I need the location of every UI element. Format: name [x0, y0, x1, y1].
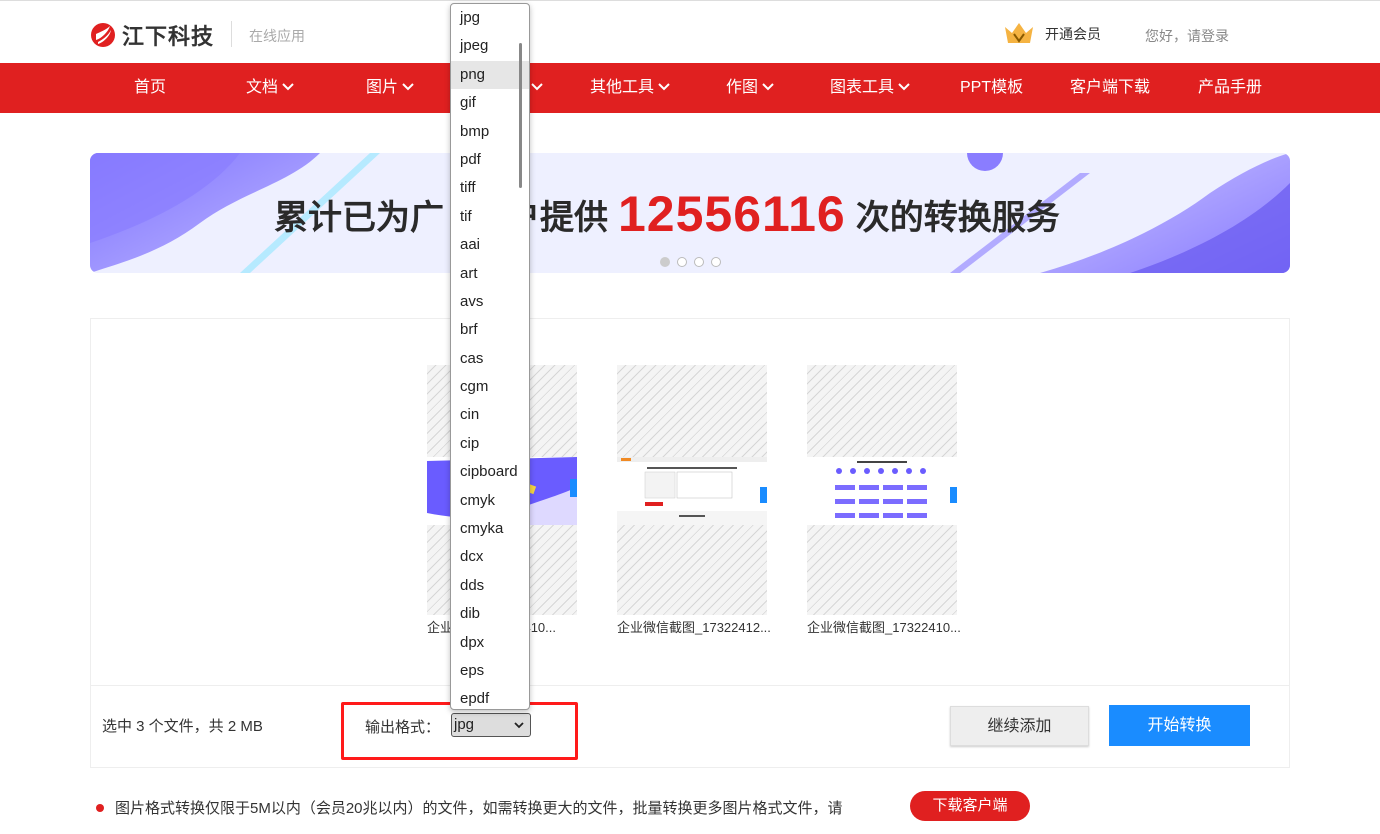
crown-icon [1005, 23, 1033, 43]
nav-drawing[interactable]: 作图 [726, 63, 775, 113]
selection-status: 选中 3 个文件，共 2 MB [102, 718, 263, 735]
conversion-panel: 企业 22410... 企业微信截图_17322412... 企业微信截图_17… [90, 318, 1290, 768]
dropdown-option-tif[interactable]: tif [451, 203, 529, 231]
nav-documents[interactable]: 文档 [246, 63, 295, 113]
dropdown-scrollbar[interactable] [519, 43, 522, 188]
dropdown-option-dds[interactable]: dds [451, 572, 529, 600]
carousel-dot[interactable] [677, 257, 687, 267]
dropdown-option-dpx[interactable]: dpx [451, 629, 529, 657]
dropdown-option-tiff[interactable]: tiff [451, 174, 529, 202]
download-client-button[interactable]: 下载客户端 [910, 791, 1030, 821]
chevron-down-icon [762, 83, 774, 91]
chevron-down-icon [658, 83, 670, 91]
dropdown-option-dib[interactable]: dib [451, 600, 529, 628]
dropdown-option-png[interactable]: png [451, 60, 529, 90]
file-thumbnail[interactable] [617, 365, 767, 615]
nav-label: 首页 [134, 79, 167, 96]
annotation-highlight-box [341, 702, 578, 760]
chevron-down-icon [402, 83, 414, 91]
top-bar: 江下科技 在线应用 开通会员 您好，请登录 [0, 0, 1380, 63]
nav-client-download[interactable]: 客户端下载 [1070, 63, 1150, 113]
banner-headline: 累计已为广 户提供 12556116 次的转换服务 [274, 185, 1060, 243]
logo[interactable]: 江下科技 [90, 19, 214, 51]
login-link[interactable]: 您好，请登录 [1145, 26, 1229, 46]
promo-banner[interactable]: 累计已为广 户提供 12556116 次的转换服务 [90, 153, 1290, 273]
nav-chart-tools[interactable]: 图表工具 [830, 63, 911, 113]
logo-icon [91, 23, 115, 47]
dropdown-option-cipboard[interactable]: cipboard [451, 458, 529, 486]
dropdown-option-eps[interactable]: eps [451, 657, 529, 685]
dropdown-option-epdf[interactable]: epdf [451, 685, 529, 709]
nav-label: 产品手册 [1198, 79, 1263, 96]
nav-label: 客户端下载 [1070, 79, 1151, 96]
file-name: 企业微信截图_17322410... [807, 620, 961, 635]
size-notice: 图片格式转换仅限于5M以内（会员20兆以内）的文件，如需转换更大的文件，批量转换… [96, 797, 843, 818]
dropdown-option-cin[interactable]: cin [451, 401, 529, 429]
sub-title: 在线应用 [249, 28, 305, 44]
chevron-down-icon [898, 83, 910, 91]
dropdown-option-cmyka[interactable]: cmyka [451, 515, 529, 543]
bullet-icon [96, 803, 104, 812]
nav-label: 作图 [726, 79, 759, 96]
logo-text: 江下科技 [122, 24, 215, 49]
dropdown-option-cip[interactable]: cip [451, 430, 529, 458]
format-dropdown-list[interactable]: jpg jpeg png gif bmp pdf tiff tif aai art avs brf ca… [450, 3, 530, 710]
header-divider [231, 21, 232, 47]
chevron-down-icon [282, 83, 294, 91]
dropdown-option-bmp[interactable]: bmp [451, 118, 529, 146]
chevron-down-icon [531, 83, 543, 91]
dropdown-option-dcx[interactable]: dcx [451, 543, 529, 571]
panel-divider [91, 685, 1289, 686]
nav-images[interactable]: 图片 [366, 63, 415, 113]
file-name: 企业微信截图_17322412... [617, 620, 771, 635]
banner-text-part: 次的转换服务 [855, 198, 1060, 237]
dropdown-option-cas[interactable]: cas [451, 345, 529, 373]
carousel-dots [660, 257, 721, 267]
banner-text-part: 累计已为广 [274, 198, 444, 237]
nav-label: 其他工具 [590, 79, 655, 96]
dropdown-option-brf[interactable]: brf [451, 316, 529, 344]
dropdown-option-gif[interactable]: gif [451, 89, 529, 117]
nav-ppt-templates[interactable]: PPT模板 [960, 63, 1023, 113]
vip-link[interactable]: 开通会员 [1003, 21, 1101, 47]
vip-label: 开通会员 [1045, 26, 1101, 42]
dropdown-option-jpg[interactable]: jpg [451, 4, 529, 32]
notice-text: 图片格式转换仅限于5M以内（会员20兆以内）的文件，如需转换更大的文件，批量转换… [115, 800, 843, 817]
dropdown-option-jpeg[interactable]: jpeg [451, 32, 529, 60]
nav-label: 图表工具 [830, 79, 895, 96]
thumbnail-image [617, 457, 767, 525]
nav-other-tools[interactable]: 其他工具 [590, 63, 671, 113]
nav-hidden-item[interactable] [530, 63, 544, 113]
nav-home[interactable]: 首页 [134, 63, 166, 113]
start-convert-button[interactable]: 开始转换 [1109, 705, 1250, 746]
dropdown-option-cmyk[interactable]: cmyk [451, 487, 529, 515]
add-more-button[interactable]: 继续添加 [950, 706, 1089, 746]
nav-label: PPT模板 [960, 79, 1024, 96]
file-thumbnail[interactable] [807, 365, 957, 615]
carousel-dot[interactable] [711, 257, 721, 267]
dropdown-option-aai[interactable]: aai [451, 231, 529, 259]
nav-label: 文档 [246, 79, 279, 96]
carousel-dot[interactable] [660, 257, 670, 267]
nav-product-manual[interactable]: 产品手册 [1198, 63, 1262, 113]
thumbnail-image [807, 457, 957, 525]
dropdown-option-pdf[interactable]: pdf [451, 146, 529, 174]
main-nav: 首页 文档 图片 其他工具 作图 图表工具 PPT模板 客户端下载 产品手册 [0, 63, 1380, 113]
dropdown-option-cgm[interactable]: cgm [451, 373, 529, 401]
dropdown-option-avs[interactable]: avs [451, 288, 529, 316]
banner-counter: 12556116 [618, 186, 846, 242]
carousel-dot[interactable] [694, 257, 704, 267]
dropdown-option-art[interactable]: art [451, 260, 529, 288]
dropdown-options: jpg jpeg png gif bmp pdf tiff tif aai art avs brf ca… [451, 4, 529, 709]
nav-label: 图片 [366, 79, 399, 96]
